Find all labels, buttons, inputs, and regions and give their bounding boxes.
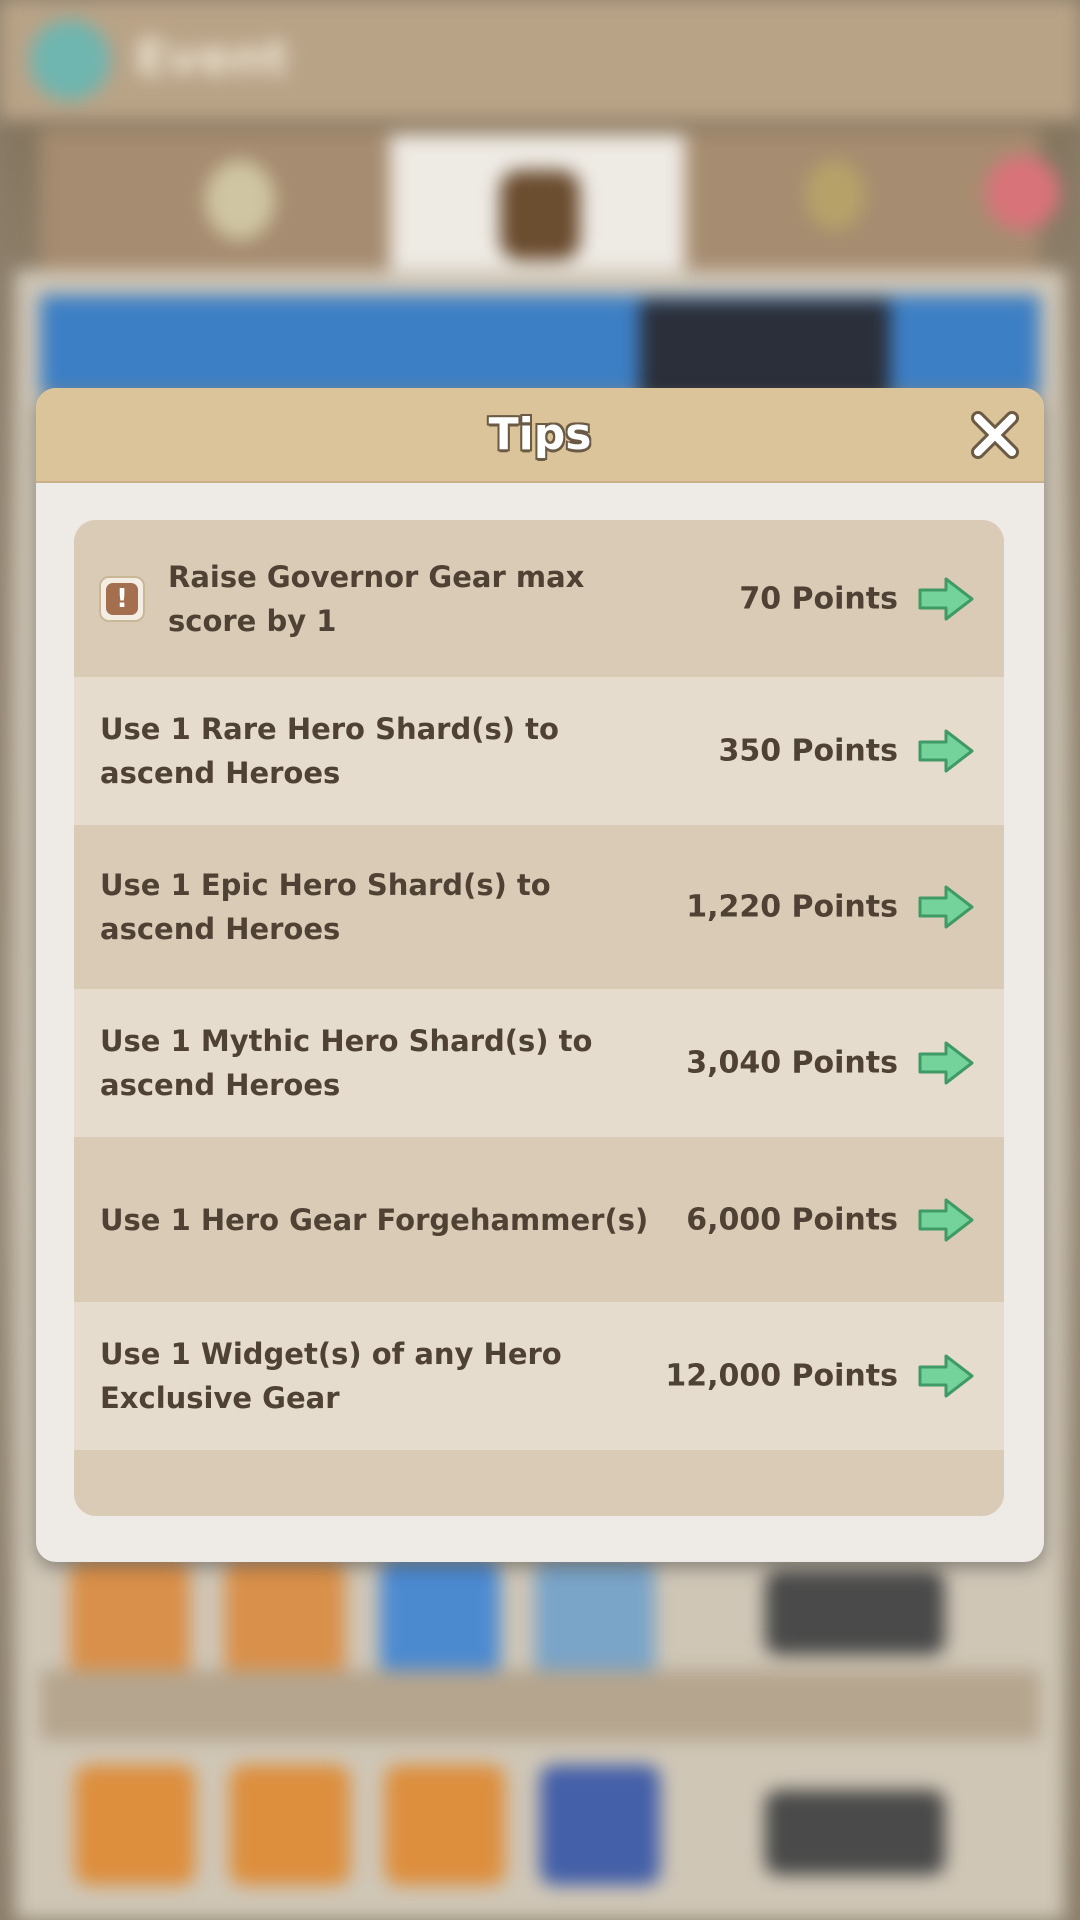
tip-row-exclusive-gear-widget[interactable]: Use 1 Widget(s) of any Hero Exclusive Ge…: [74, 1302, 1004, 1450]
background-button: [765, 1570, 945, 1655]
background-section-strip: [40, 1670, 1040, 1740]
background-reward-card: [385, 1765, 505, 1885]
background-button: [765, 1790, 945, 1875]
background-tab-figure-icon: [500, 170, 580, 260]
tip-row-governor-gear[interactable]: ! Raise Governor Gear max score by 1 70 …: [74, 520, 1004, 677]
tip-points: 350 Points: [718, 733, 898, 769]
tip-row-epic-hero-shard[interactable]: Use 1 Epic Hero Shard(s) to ascend Heroe…: [74, 825, 1004, 989]
background-reward-card: [540, 1765, 660, 1885]
tip-label: Use 1 Epic Hero Shard(s) to ascend Heroe…: [100, 868, 551, 946]
background-reward-card: [75, 1765, 195, 1885]
background-reward-card: [225, 1560, 345, 1680]
tip-points: 12,000 Points: [665, 1358, 898, 1394]
modal-header: Tips: [36, 388, 1044, 483]
tip-points: 6,000 Points: [686, 1202, 898, 1237]
tip-row-mythic-hero-shard[interactable]: Use 1 Mythic Hero Shard(s) to ascend Her…: [74, 989, 1004, 1137]
tip-points: 1,220 Points: [686, 889, 898, 925]
tips-list: ! Raise Governor Gear max score by 1 70 …: [74, 520, 1004, 1516]
background-notification-icon: [985, 155, 1060, 230]
arrow-right-icon[interactable]: [916, 727, 976, 775]
arrow-right-icon[interactable]: [916, 1196, 976, 1244]
arrow-right-icon[interactable]: [916, 1352, 976, 1400]
tip-label: Use 1 Rare Hero Shard(s) to ascend Heroe…: [100, 712, 559, 790]
tip-label: Use 1 Mythic Hero Shard(s) to ascend Her…: [100, 1024, 593, 1102]
modal-title: Tips: [488, 409, 592, 460]
background-banner-art: [640, 300, 890, 400]
tip-label: Use 1 Widget(s) of any Hero Exclusive Ge…: [100, 1337, 562, 1415]
background-banner: [40, 295, 1040, 395]
tip-label: Use 1 Hero Gear Forgehammer(s): [100, 1202, 649, 1237]
background-reward-card: [70, 1560, 190, 1680]
tip-row-rare-hero-shard[interactable]: Use 1 Rare Hero Shard(s) to ascend Heroe…: [74, 677, 1004, 825]
tip-points: 3,040 Points: [686, 1045, 898, 1081]
arrow-right-icon[interactable]: [916, 883, 976, 931]
background-tab-icon: [205, 160, 275, 240]
close-button[interactable]: [968, 408, 1022, 462]
background-reward-card: [380, 1560, 500, 1680]
arrow-right-icon[interactable]: [916, 1039, 976, 1087]
tip-points: 70 Points: [739, 581, 898, 616]
background-tab-icon: [805, 160, 865, 230]
warning-icon: !: [99, 575, 145, 622]
background-reward-card: [230, 1765, 350, 1885]
tips-modal: Tips ! Raise Governor Gear max score by …: [36, 388, 1044, 1562]
tip-row-hero-gear-forgehammer[interactable]: Use 1 Hero Gear Forgehammer(s) 6,000 Poi…: [74, 1137, 1004, 1302]
tip-label: Raise Governor Gear max score by 1: [168, 559, 585, 638]
background-reward-card: [535, 1560, 655, 1680]
background-screen-title: Event: [135, 30, 289, 86]
background-back-button: [30, 20, 110, 100]
close-icon: [971, 411, 1019, 459]
arrow-right-icon[interactable]: [916, 575, 976, 623]
